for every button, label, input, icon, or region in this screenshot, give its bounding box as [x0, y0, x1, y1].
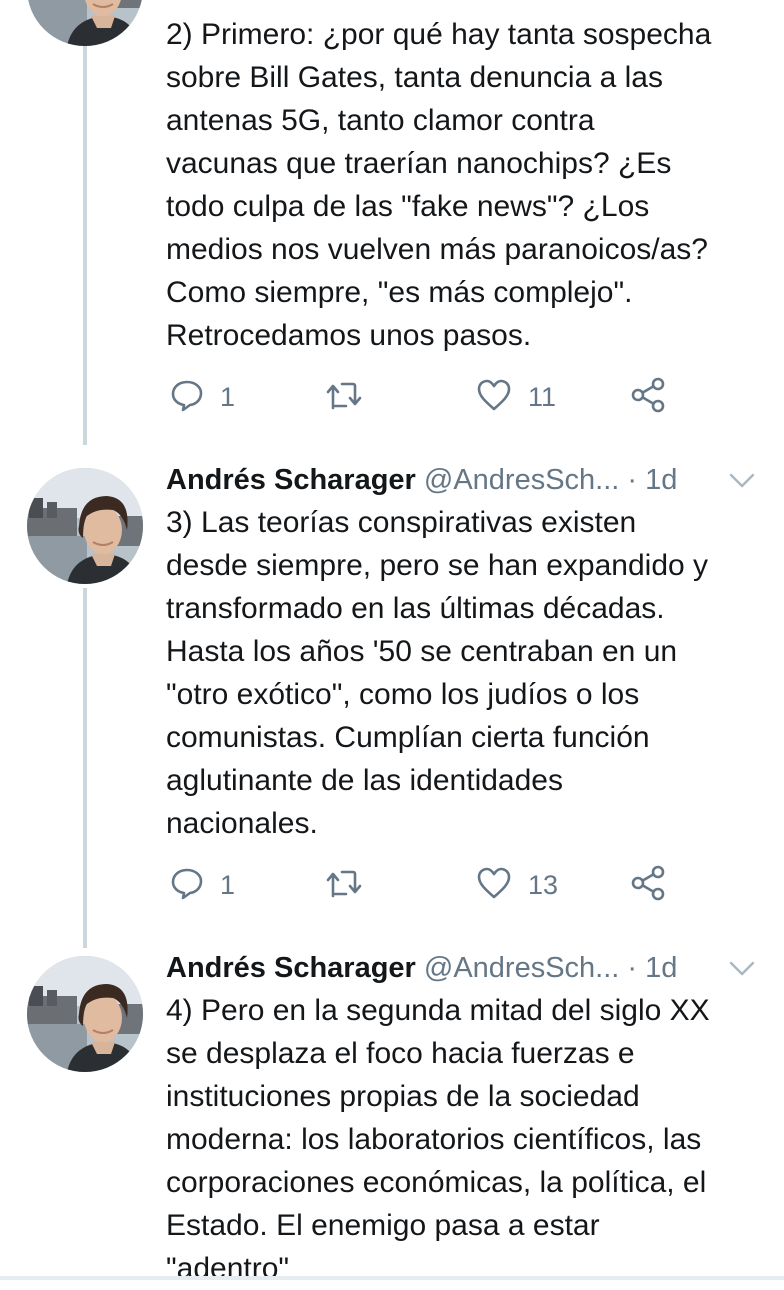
tweet-text-line: antenas 5G, tanto clamor contra — [166, 104, 595, 137]
tweet-text-line: 3) Las teorías conspirativas existen — [166, 506, 637, 539]
tweet-text-line: "adentro" — [166, 1252, 290, 1285]
share-icon — [630, 865, 666, 906]
reply-count: 1 — [220, 870, 236, 900]
tweet-text-line: Como siempre, "es más complejo". — [166, 276, 633, 309]
tweet[interactable]: 2) Primero: ¿por qué hay tanta sospecha … — [166, 0, 766, 430]
tweet-header: Andrés Scharager @AndresSch... · 1d — [166, 948, 766, 988]
tweet-text-line: instituciones propias de la sociedad — [166, 1080, 640, 1113]
tweet-text-line: aglutinante de las identidades — [166, 764, 563, 797]
reply-count: 1 — [220, 382, 236, 412]
timestamp[interactable]: 1d — [645, 464, 677, 496]
tweet-text-line: sobre Bill Gates, tanta denuncia a las — [166, 61, 663, 94]
tweet-actions: 1 13 — [166, 863, 766, 907]
tweet-text-line: comunistas. Cumplían cierta función — [166, 721, 650, 754]
tweet-text-line: se desplaza el foco hacia fuerzas e — [166, 1037, 635, 1070]
tweet-text-line: transformado en las últimas décadas. — [166, 592, 665, 625]
author-name[interactable]: Andrés Scharager — [166, 952, 416, 984]
tweet-text-line: Hasta los años '50 se centraban en un — [166, 635, 678, 668]
retweet-button[interactable] — [326, 863, 362, 907]
tweet[interactable]: Andrés Scharager @AndresSch... · 1d 4) P… — [166, 948, 766, 1285]
timestamp[interactable]: 1d — [645, 952, 677, 984]
author-handle[interactable]: @AndresSch... — [424, 464, 619, 496]
retweet-icon — [326, 378, 362, 417]
reply-button[interactable]: 1 — [170, 375, 235, 419]
tweet[interactable]: Andrés Scharager @AndresSch... · 1d 3) L… — [166, 460, 766, 930]
thread-connector — [83, 0, 87, 445]
tweet-text-line: corporaciones económicas, la política, e… — [166, 1166, 707, 1199]
author-name[interactable]: Andrés Scharager — [166, 464, 416, 496]
tweet-text-line: 4) Pero en la segunda mitad del siglo XX — [166, 994, 710, 1027]
avatar[interactable] — [27, 0, 143, 46]
share-button[interactable] — [630, 863, 666, 907]
tweet-text-line: 2) Primero: ¿por qué hay tanta sospecha — [166, 18, 712, 51]
bottom-divider — [0, 1276, 784, 1280]
chevron-down-icon[interactable] — [726, 952, 758, 984]
separator-dot: · — [627, 952, 638, 984]
tweet-text-line: vacunas que traerían nanochips? ¿Es — [166, 147, 672, 180]
reply-icon — [170, 378, 204, 417]
tweet-header: Andrés Scharager @AndresSch... · 1d — [166, 460, 766, 500]
author-handle[interactable]: @AndresSch... — [424, 952, 619, 984]
tweet-text-line: Estado. El enemigo pasa a estar — [166, 1209, 600, 1242]
separator-dot: · — [627, 464, 638, 496]
avatar[interactable] — [27, 956, 143, 1072]
like-count: 11 — [528, 382, 557, 412]
thread-connector — [83, 588, 87, 948]
reply-button[interactable]: 1 — [170, 863, 235, 907]
like-button[interactable]: 11 — [476, 375, 556, 419]
tweet-text-line: medios nos vuelven más paranoicos/as? — [166, 233, 708, 266]
tweet-text-line: nacionales. — [166, 807, 318, 840]
share-icon — [630, 377, 666, 418]
tweet-text-line: moderna: los laboratorios científicos, l… — [166, 1123, 702, 1156]
chevron-down-icon[interactable] — [726, 464, 758, 496]
tweet-text: 4) Pero en la segunda mitad del siglo XX… — [166, 989, 766, 1290]
avatar[interactable] — [27, 468, 143, 584]
tweet-text: 3) Las teorías conspirativas existen des… — [166, 501, 766, 845]
tweet-text: 2) Primero: ¿por qué hay tanta sospecha … — [166, 13, 766, 357]
tweet-text-line: Retrocedamos unos pasos. — [166, 319, 532, 352]
tweet-text-line: "otro exótico", como los judíos o los — [166, 678, 640, 711]
reply-icon — [170, 866, 204, 905]
tweet-text-line: todo culpa de las "fake news"? ¿Los — [166, 190, 650, 223]
tweet-text-line: desde siempre, pero se han expandido y — [166, 549, 709, 582]
like-icon — [476, 866, 512, 905]
tweet-actions: 1 11 — [166, 375, 766, 419]
like-icon — [476, 378, 512, 417]
like-count: 13 — [528, 870, 559, 900]
like-button[interactable]: 13 — [476, 863, 558, 907]
share-button[interactable] — [630, 375, 666, 419]
retweet-icon — [326, 866, 362, 905]
retweet-button[interactable] — [326, 375, 362, 419]
